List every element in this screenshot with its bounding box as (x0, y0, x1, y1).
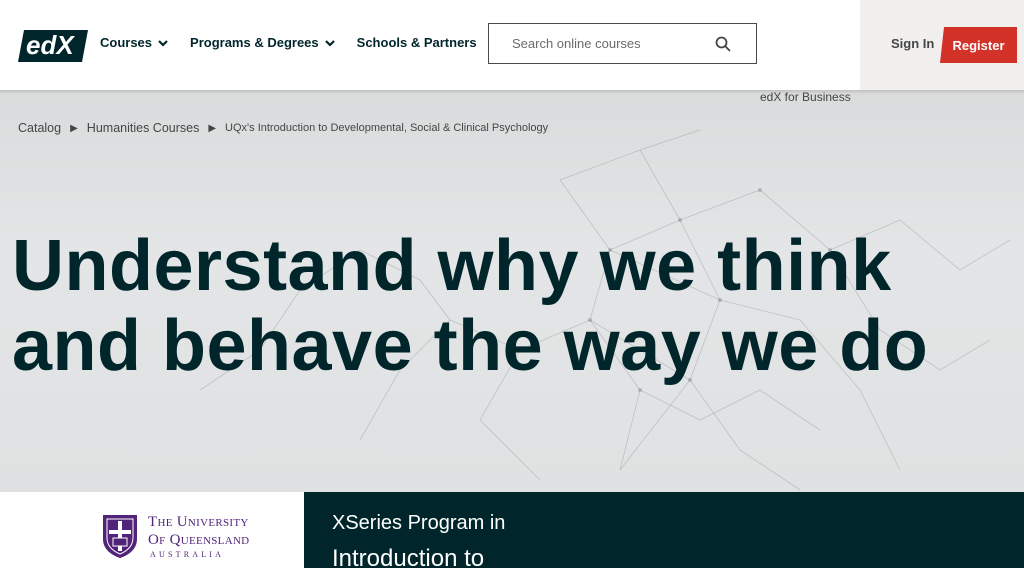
program-title: Introduction to (332, 545, 485, 568)
site-header: edX Courses Programs & Degrees Schools &… (0, 0, 1024, 90)
breadcrumb-humanities[interactable]: Humanities Courses (87, 121, 200, 135)
university-logo-block[interactable]: The University Of Queensland AUSTRALIA (0, 492, 304, 568)
university-name: The University Of Queensland AUSTRALIA (148, 513, 249, 561)
register-button[interactable]: Register (940, 27, 1017, 63)
breadcrumb-catalog[interactable]: Catalog (18, 121, 61, 135)
chevron-right-icon: ▶ (70, 122, 78, 134)
chevron-down-icon (158, 39, 168, 47)
breadcrumb: Catalog ▶ Humanities Courses ▶ UQx's Int… (18, 121, 548, 135)
header-shadow (0, 90, 1024, 94)
hero-section: edX for Business Catalog ▶ Humanities Co… (0, 90, 1024, 492)
search-icon[interactable] (714, 35, 732, 53)
search-input[interactable] (512, 36, 702, 51)
logo-text: edX (26, 30, 75, 60)
sign-in-link[interactable]: Sign In (891, 36, 934, 51)
nav-schools-partners[interactable]: Schools & Partners (357, 35, 477, 50)
nav-programs-degrees[interactable]: Programs & Degrees (190, 35, 335, 50)
university-name-line3: AUSTRALIA (150, 550, 225, 559)
nav-courses-label: Courses (100, 35, 153, 50)
edx-logo[interactable]: edX (18, 26, 88, 66)
nav-schools-label: Schools & Partners (356, 35, 477, 50)
chevron-down-icon (324, 39, 335, 47)
nav-programs-label: Programs & Degrees (190, 35, 319, 50)
main-nav: Courses Programs & Degrees Schools & Par… (100, 35, 477, 50)
program-type-label: XSeries Program in (332, 512, 506, 534)
breadcrumb-current: UQx's Introduction to Developmental, Soc… (225, 122, 549, 134)
university-name-line1: The University (148, 514, 249, 530)
search-box (488, 23, 757, 64)
university-crest-icon (103, 515, 137, 558)
university-name-line2: Of Queensland (148, 532, 250, 548)
chevron-right-icon: ▶ (208, 122, 217, 134)
page-title: Understand why we think and behave the w… (12, 226, 929, 386)
program-banner: XSeries Program in Introduction to (304, 492, 1024, 568)
nav-courses[interactable]: Courses (100, 35, 168, 50)
business-link[interactable]: edX for Business (760, 90, 851, 104)
